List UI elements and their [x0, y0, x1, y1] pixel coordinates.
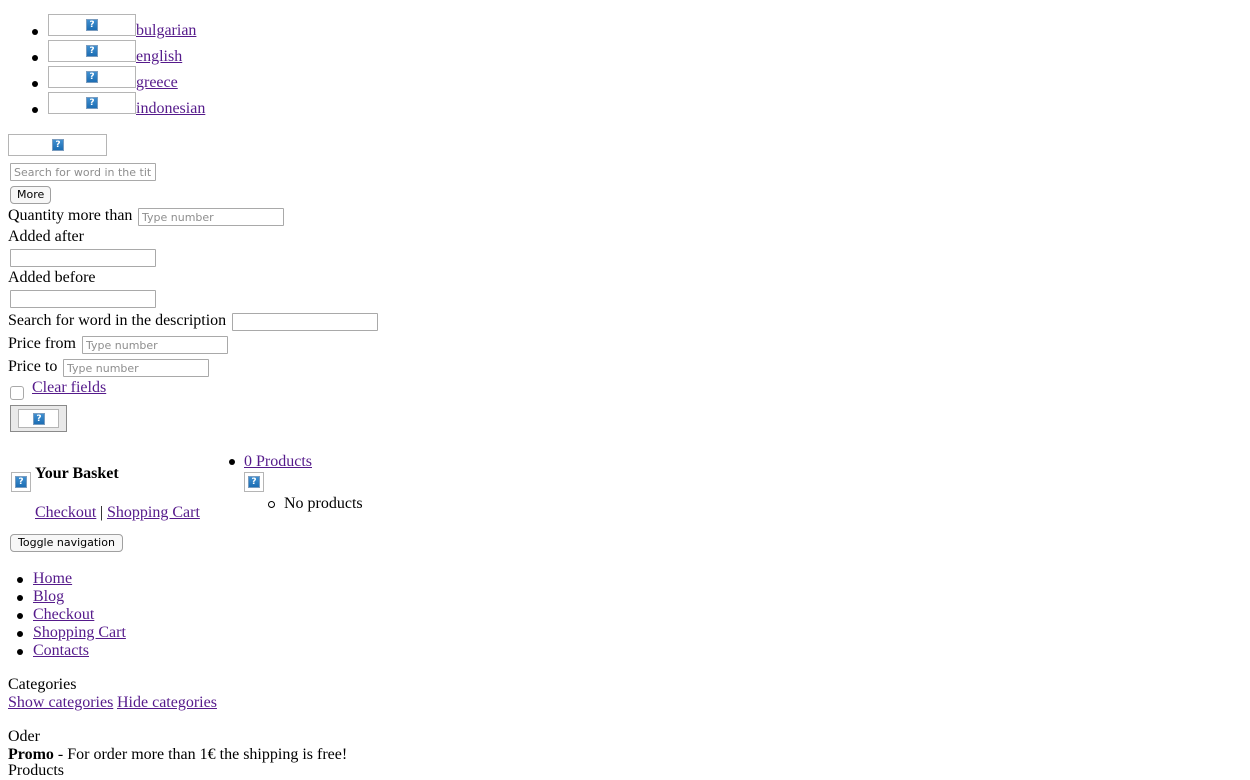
- greece-flag-image[interactable]: ?: [48, 66, 136, 88]
- added-before-label: Added before: [8, 269, 96, 286]
- broken-image-icon: ?: [248, 476, 260, 488]
- basket-link-separator: |: [100, 504, 104, 521]
- broken-image-icon: ?: [86, 97, 98, 109]
- language-link-english[interactable]: english: [136, 48, 182, 66]
- list-bullet-hollow: [268, 501, 275, 508]
- added-before-input[interactable]: [10, 290, 156, 308]
- indonesia-flag-image[interactable]: ?: [48, 92, 136, 114]
- added-after-label: Added after: [8, 228, 84, 245]
- description-search-input[interactable]: [232, 313, 378, 331]
- list-bullet: [17, 613, 23, 619]
- basket-checkout-link[interactable]: Checkout: [35, 504, 96, 522]
- price-from-label: Price from: [8, 335, 76, 352]
- list-bullet: [229, 459, 235, 465]
- basket-shopping-cart-link[interactable]: Shopping Cart: [107, 504, 200, 522]
- quantity-input[interactable]: [138, 208, 284, 226]
- language-link-greece[interactable]: greece: [136, 74, 178, 92]
- promo-text: - For order more than 1€ the shipping is…: [53, 746, 348, 763]
- basket-title: Your Basket: [35, 465, 119, 482]
- price-from-input[interactable]: [82, 336, 228, 354]
- logo-image[interactable]: ?: [8, 134, 107, 156]
- list-bullet: [17, 595, 23, 601]
- promo-label: Promo: [8, 746, 54, 763]
- list-bullet: [32, 107, 38, 113]
- language-link-indonesian[interactable]: indonesian: [136, 100, 205, 118]
- list-bullet: [32, 55, 38, 61]
- list-bullet: [32, 29, 38, 35]
- toggle-navigation-button[interactable]: Toggle navigation: [10, 534, 123, 552]
- show-categories-link[interactable]: Show categories: [8, 694, 113, 712]
- nav-item-checkout[interactable]: Checkout: [33, 606, 94, 624]
- price-to-input[interactable]: [63, 359, 209, 377]
- more-button[interactable]: More: [10, 186, 52, 204]
- added-after-input[interactable]: [10, 249, 156, 267]
- no-products-text: No products: [284, 495, 363, 512]
- english-flag-image[interactable]: ?: [48, 40, 136, 62]
- quantity-label: Quantity more than: [8, 207, 133, 224]
- broken-image-icon: ?: [15, 476, 27, 488]
- broken-image-icon: ?: [86, 71, 98, 83]
- categories-heading: Categories: [8, 676, 77, 693]
- basket-icon: ?: [11, 472, 31, 492]
- hide-categories-link[interactable]: Hide categories: [117, 694, 217, 712]
- list-bullet: [17, 577, 23, 583]
- nav-item-contacts[interactable]: Contacts: [33, 642, 89, 660]
- cart-dropdown-icon[interactable]: ?: [244, 472, 264, 492]
- nav-item-home[interactable]: Home: [33, 570, 72, 588]
- search-submit-button[interactable]: ?: [10, 405, 67, 432]
- list-bullet: [17, 631, 23, 637]
- price-to-label: Price to: [8, 358, 58, 375]
- broken-image-icon: ?: [86, 19, 98, 31]
- nav-item-blog[interactable]: Blog: [33, 588, 64, 606]
- search-button-image: ?: [18, 409, 59, 428]
- products-heading: Products: [8, 762, 64, 779]
- clear-fields-checkbox[interactable]: [10, 386, 24, 400]
- order-heading: Oder: [8, 728, 40, 745]
- broken-image-icon: ?: [33, 413, 45, 425]
- language-link-bulgarian[interactable]: bulgarian: [136, 22, 196, 40]
- description-search-label: Search for word in the description: [8, 312, 227, 329]
- bulgaria-flag-image[interactable]: ?: [48, 14, 136, 36]
- list-bullet: [17, 649, 23, 655]
- title-search-input[interactable]: [10, 163, 156, 181]
- list-bullet: [32, 81, 38, 87]
- broken-image-icon: ?: [52, 139, 64, 151]
- products-count-link[interactable]: 0 Products: [244, 453, 312, 471]
- clear-fields-link[interactable]: Clear fields: [32, 379, 106, 397]
- broken-image-icon: ?: [86, 45, 98, 57]
- nav-item-shopping-cart[interactable]: Shopping Cart: [33, 624, 126, 642]
